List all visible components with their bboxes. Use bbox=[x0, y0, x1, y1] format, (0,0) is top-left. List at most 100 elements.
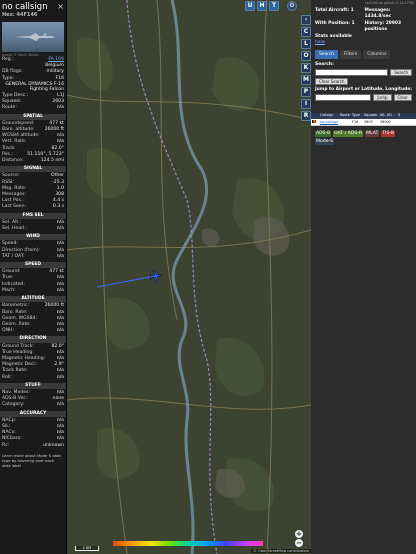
map-side-button-p[interactable]: P bbox=[301, 87, 311, 97]
info-label: Last Seen: bbox=[2, 204, 27, 210]
info-row: Mach: n/a bbox=[0, 288, 66, 294]
map-button-t[interactable]: T bbox=[269, 1, 279, 11]
zoom-out-button[interactable]: − bbox=[295, 539, 303, 547]
section-header-signal: SIGNAL bbox=[0, 166, 66, 173]
info-label: Reg.: bbox=[2, 57, 14, 62]
jump-input[interactable] bbox=[315, 93, 372, 101]
info-value: n/a bbox=[56, 328, 64, 334]
aircraft-callsign: no callsign bbox=[2, 2, 48, 12]
jump-label: Jump to Airport or Latitude, Longitude: bbox=[315, 86, 412, 92]
tab-columns[interactable]: Columns bbox=[363, 49, 391, 59]
aircraft-table: Callsign Route Type Squawk Alt. (ft) S no cal… bbox=[311, 113, 416, 126]
section-header-direction: DIRECTION bbox=[0, 336, 66, 343]
zoom-in-button[interactable]: + bbox=[295, 530, 303, 538]
info-value: 0.3 s bbox=[52, 204, 64, 210]
mode-s-help-text: Learn more about Mode S data type by hov… bbox=[2, 452, 61, 468]
row-s bbox=[398, 119, 403, 125]
map-view[interactable]: UHT ⚙ ‹ C L O K M P I R 2 NM + − © OpenStreetMap… bbox=[67, 0, 311, 554]
aircraft-marker[interactable] bbox=[149, 269, 163, 283]
history-count: History: 29903 positions bbox=[364, 21, 402, 32]
app-root: no callsign × Hex: 44F146 Image © Kevin … bbox=[0, 0, 416, 554]
aircraft-info-panel: no callsign × Hex: 44F146 Image © Kevin … bbox=[0, 0, 67, 554]
info-label: Distance: bbox=[2, 158, 24, 164]
source-badge: TIS-B bbox=[381, 131, 396, 137]
aircraft-hex: Hex: 44F146 bbox=[2, 12, 38, 18]
info-label: Mach: bbox=[2, 287, 16, 293]
clear-search-button[interactable]: Clear Search bbox=[315, 77, 349, 85]
info-value: unknown bbox=[43, 442, 64, 448]
info-value: n/a bbox=[56, 226, 64, 232]
info-row: Category: n/a bbox=[0, 402, 66, 408]
source-badge: MLAT bbox=[365, 131, 380, 137]
aircraft-photo[interactable] bbox=[2, 22, 64, 52]
section-header-spatial: SPATIAL bbox=[0, 113, 66, 120]
collapse-arrow-icon[interactable]: ‹ bbox=[301, 15, 311, 25]
altitude-color-legend bbox=[113, 541, 263, 546]
map-button-u[interactable]: U bbox=[245, 1, 255, 11]
source-badge: UAT / ADS-R bbox=[333, 131, 364, 137]
info-label: Route: bbox=[2, 105, 17, 111]
info-row: Sel. Head.: n/a bbox=[0, 226, 66, 232]
messages-rate: Messages: 1434.8/sec bbox=[364, 8, 392, 19]
aircraft-type-full: GENERAL DYNAMICS F-16 Fighting Falcon bbox=[5, 81, 64, 93]
section-header-accuracy: ACCURACY bbox=[0, 410, 66, 417]
jump-button[interactable]: Jump bbox=[373, 93, 392, 101]
row-altitude: 26000 bbox=[380, 119, 391, 124]
row-squawk: 2603 bbox=[364, 119, 373, 124]
info-label: Rc: bbox=[2, 442, 10, 448]
info-value: F16 bbox=[55, 75, 65, 81]
tab-search[interactable]: Search bbox=[315, 49, 339, 59]
source-badge: Mode-S bbox=[315, 139, 335, 145]
sidebar-panel: tar1090 on github (3.14.1739) Total Airc… bbox=[311, 0, 416, 554]
section-header-stuff: STUFF bbox=[0, 382, 66, 389]
map-side-button-o[interactable]: O bbox=[301, 51, 311, 61]
info-row: Last Seen: 0.3 s bbox=[0, 204, 66, 210]
info-value: n/a bbox=[56, 253, 64, 259]
source-badge: ADS-B bbox=[315, 131, 332, 137]
map-attribution[interactable]: © OpenStreetMap contributors bbox=[251, 549, 311, 553]
search-input[interactable] bbox=[315, 68, 389, 76]
row-callsign[interactable]: no callsign bbox=[320, 119, 340, 125]
info-value: n/a bbox=[56, 287, 64, 293]
map-scale: 2 NM bbox=[75, 546, 99, 551]
map-side-button-i[interactable]: I bbox=[301, 99, 311, 109]
info-row: Roll: n/a bbox=[0, 375, 66, 381]
info-label: Sel. Head.: bbox=[2, 226, 27, 232]
info-label: Type: bbox=[2, 75, 15, 81]
table-row[interactable]: no callsign F16 2603 26000 bbox=[311, 118, 416, 126]
info-row: Route: n/a bbox=[0, 105, 66, 111]
info-label: Category: bbox=[2, 402, 25, 408]
info-label: QNH: bbox=[2, 328, 15, 334]
map-canvas[interactable] bbox=[67, 0, 311, 554]
info-value: n/a bbox=[56, 105, 64, 111]
settings-icon[interactable]: ⚙ bbox=[287, 1, 297, 11]
section-header-wind: WIND bbox=[0, 234, 66, 241]
map-button-h[interactable]: H bbox=[257, 1, 267, 11]
section-header-speed: SPEED bbox=[0, 262, 66, 269]
belgium-flag-icon bbox=[312, 120, 316, 123]
clear-button[interactable]: Clear bbox=[393, 93, 412, 101]
map-side-button-r[interactable]: R bbox=[301, 111, 311, 121]
search-label: Search: bbox=[315, 61, 334, 67]
map-side-button-l[interactable]: L bbox=[301, 39, 311, 49]
stats-link[interactable]: here bbox=[315, 40, 325, 45]
info-label: TAT / OAT: bbox=[2, 253, 25, 259]
info-row: TAT / OAT: n/a bbox=[0, 254, 66, 260]
row-route bbox=[340, 119, 352, 125]
stats-available: Stats available bbox=[315, 34, 352, 40]
fighter-jet-image bbox=[14, 33, 55, 41]
tab-filters[interactable]: Filters bbox=[340, 49, 362, 59]
search-button[interactable]: Search bbox=[390, 68, 412, 76]
row-type: F16 bbox=[352, 119, 359, 124]
map-side-button-c[interactable]: C bbox=[301, 27, 311, 37]
info-row: Distance: 124.5 nmi bbox=[0, 158, 66, 164]
section-header-fms-sel: FMS SEL bbox=[0, 212, 66, 219]
section-header-altitude: ALTITUDE bbox=[0, 296, 66, 303]
total-aircraft: Total Aircraft: 1 bbox=[315, 8, 354, 13]
map-side-button-k[interactable]: K bbox=[301, 63, 311, 73]
info-value: n/a bbox=[56, 402, 64, 408]
map-side-button-m[interactable]: M bbox=[301, 75, 311, 85]
info-label: Roll: bbox=[2, 374, 12, 380]
with-position: With Position: 1 bbox=[315, 21, 355, 27]
close-icon[interactable]: × bbox=[57, 2, 64, 11]
